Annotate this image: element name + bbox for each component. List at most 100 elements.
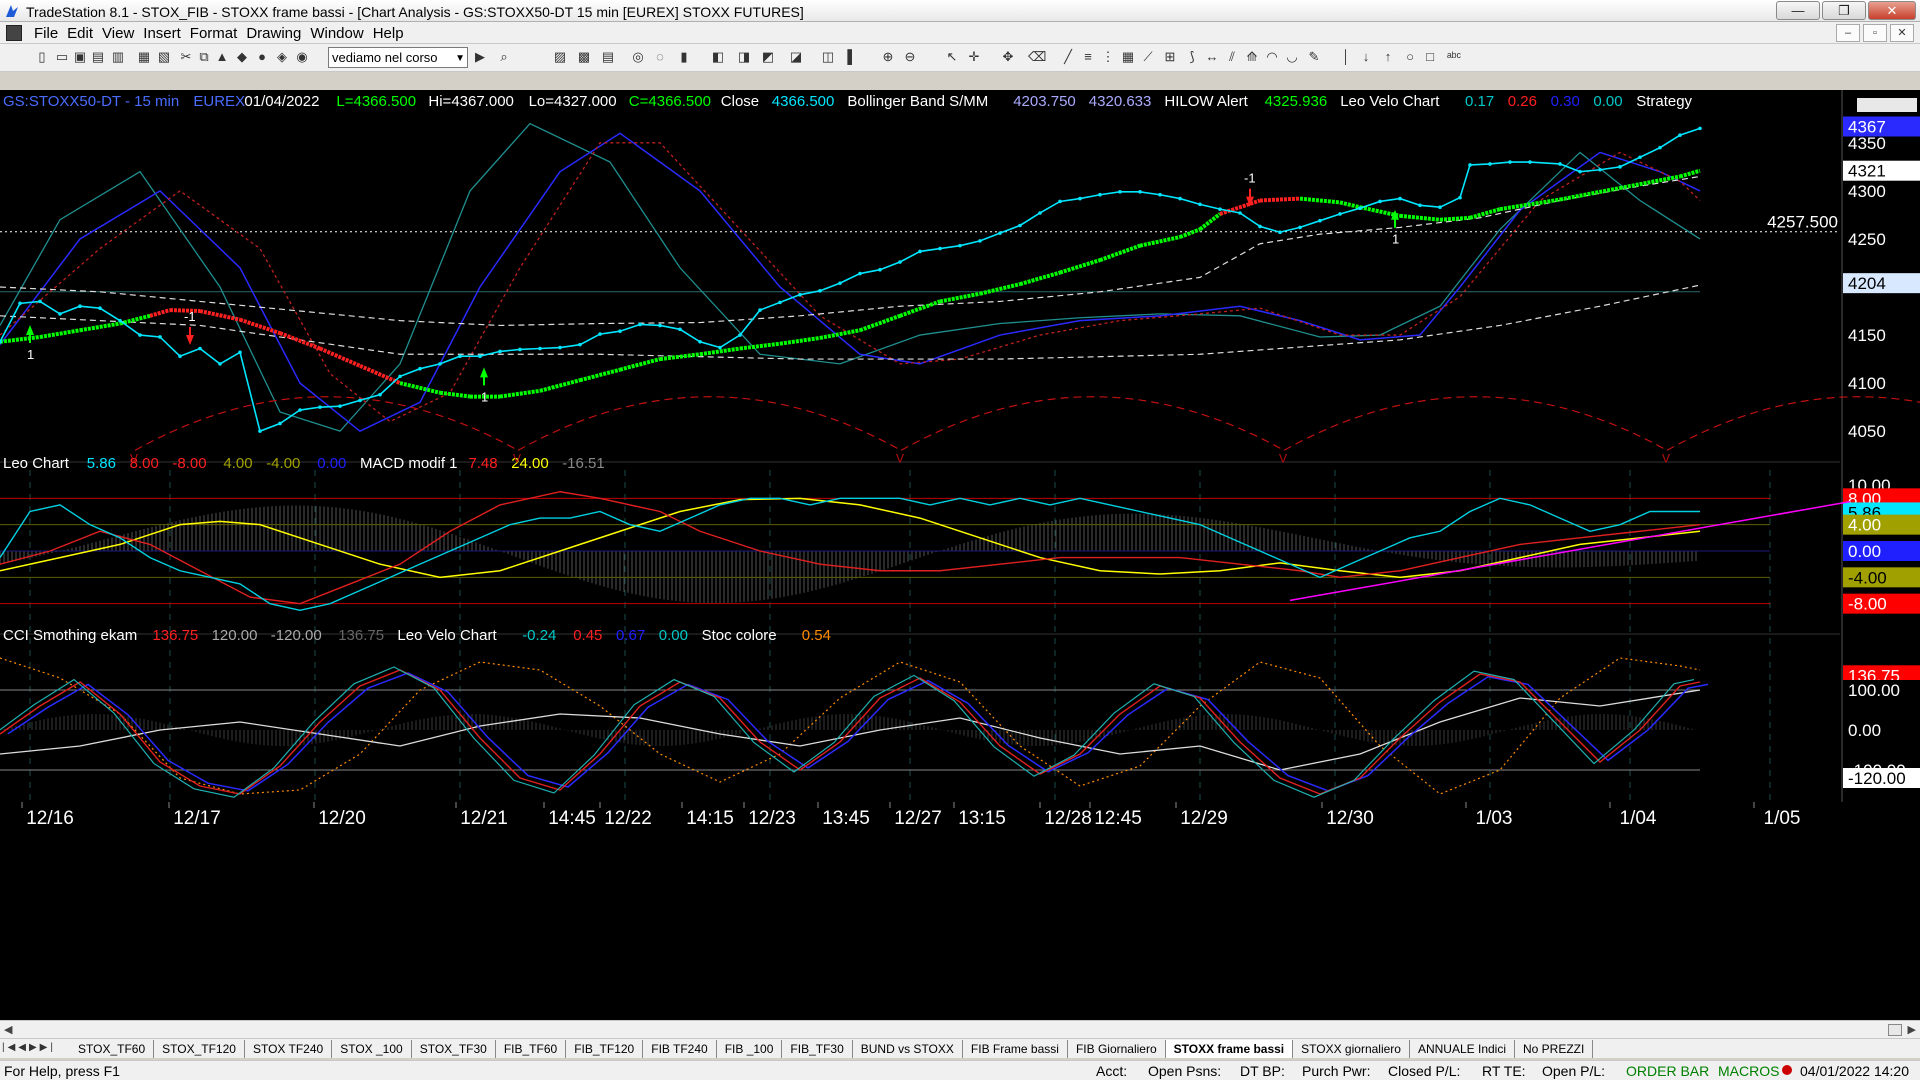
cut-icon[interactable]: ✂ [178, 49, 194, 65]
pointer-icon[interactable]: ↖ [944, 49, 960, 65]
matrix-icon[interactable]: ▤ [600, 49, 616, 65]
channel-icon[interactable]: ▦ [1120, 49, 1136, 65]
workspace-tab[interactable]: STOXX frame bassi [1165, 1040, 1294, 1058]
menu-edit[interactable]: Edit [67, 25, 102, 42]
indicator-header-label: Hi=4367.000 [428, 93, 514, 110]
link-icon[interactable]: ◈ [274, 49, 290, 65]
find-icon[interactable]: ⌕ [496, 49, 512, 65]
parallel-lines-icon[interactable]: ⫽ [1224, 49, 1240, 65]
regression-icon[interactable]: ⟋ [1140, 49, 1156, 65]
workspace-tab[interactable]: STOXX giornaliero [1293, 1040, 1410, 1058]
macro-icon[interactable]: ◆ [234, 49, 250, 65]
drag-icon[interactable]: ✥ [1000, 49, 1016, 65]
crosshair-icon[interactable]: ✛ [966, 49, 982, 65]
interval-icon[interactable]: ◫ [820, 49, 836, 65]
chart-area[interactable]: GS:STOXX50-DT - 15 min EUREX 01/04/2022 L=4… [0, 90, 1920, 1022]
tab-nav-icons[interactable]: |◀◀▶▶| [2, 1042, 56, 1053]
print-preview-icon[interactable]: ▦ [136, 49, 152, 65]
chart-analysis-icon[interactable]: ▨ [552, 49, 568, 65]
workspace-icon[interactable]: ◉ [294, 49, 310, 65]
workspace-tab[interactable]: ANNUALE Indici [1410, 1040, 1515, 1058]
menu-drawing[interactable]: Drawing [246, 25, 310, 42]
arrow-down-icon[interactable]: ↓ [1358, 49, 1374, 65]
workspace-tab[interactable]: STOX _100 [332, 1040, 412, 1058]
menu-file[interactable]: File [34, 25, 67, 42]
data-window-icon[interactable]: ◪ [788, 49, 804, 65]
close-price-point [1578, 169, 1582, 174]
menu-help[interactable]: Help [373, 25, 413, 42]
menu-view[interactable]: View [102, 25, 143, 42]
scroll-thumb[interactable] [1888, 1024, 1902, 1036]
arrow-up-icon[interactable]: ↑ [1380, 49, 1396, 65]
menu-format[interactable]: Format [190, 25, 247, 42]
indicator-icon[interactable]: ◧ [710, 49, 726, 65]
mdi-restore-button[interactable]: ▫ [1863, 24, 1887, 42]
close-button[interactable]: ✕ [1868, 1, 1916, 20]
copy-icon[interactable]: ⧉ [196, 49, 212, 65]
horizontal-line-icon[interactable]: ↔ [1204, 49, 1220, 65]
zoom-icon[interactable]: ⊕ [880, 49, 896, 65]
zoom-out-icon[interactable]: ◌ [652, 49, 668, 65]
workspace-tab[interactable]: STOX_TF30 [412, 1040, 496, 1058]
open-workspace-icon[interactable]: ▣ [72, 49, 88, 65]
workspace-tab[interactable]: FIB TF240 [643, 1040, 717, 1058]
zoom-in-icon[interactable]: ◎ [630, 49, 646, 65]
pen-icon[interactable]: ✎ [1306, 49, 1322, 65]
cycle-arc [1283, 396, 1668, 451]
scroll-left-icon[interactable]: ◀ [4, 1023, 12, 1036]
trendline-icon[interactable]: ╱ [1060, 49, 1076, 65]
strategy-icon[interactable]: ◨ [736, 49, 752, 65]
ellipse-icon[interactable]: ○ [1402, 49, 1418, 65]
radar-screen-icon[interactable]: ▩ [576, 49, 592, 65]
lock-icon[interactable]: ▲ [214, 49, 230, 65]
workspace-tab[interactable]: BUND vs STOXX [853, 1040, 963, 1058]
workspace-tab[interactable]: STOX TF240 [245, 1040, 333, 1058]
fib-icon[interactable]: ≡ [1080, 49, 1096, 65]
workspace-combo[interactable]: vediamo nel corso ▼ [328, 47, 468, 68]
vertical-line-icon[interactable]: │ [1338, 49, 1354, 65]
andrews-icon[interactable]: ⟰ [1244, 49, 1260, 65]
save-icon[interactable]: ▤ [90, 49, 106, 65]
workspace-tab[interactable]: FIB _100 [717, 1040, 783, 1058]
bar-icon[interactable]: ▮ [676, 49, 692, 65]
restore-button[interactable]: ❐ [1822, 1, 1866, 20]
menu-insert[interactable]: Insert [143, 25, 190, 42]
alert-icon[interactable]: ◩ [760, 49, 776, 65]
minimize-button[interactable]: — [1776, 1, 1820, 20]
mdi-close-button[interactable]: ✕ [1890, 24, 1914, 42]
speed-lines-icon[interactable]: ⟆ [1184, 49, 1200, 65]
retracement-icon[interactable]: ⊞ [1162, 49, 1178, 65]
symbol-icon[interactable]: ● [254, 49, 270, 65]
text-icon[interactable]: ᵃᵇᶜ [1446, 49, 1462, 65]
print-icon[interactable]: ▧ [156, 49, 172, 65]
candle-icon[interactable]: ▌ [844, 49, 860, 65]
workspace-tab[interactable]: FIB_TF60 [496, 1040, 567, 1058]
menu-window[interactable]: Window [310, 25, 372, 42]
new-file-icon[interactable]: ▯ [34, 49, 50, 65]
mdi-minimize-button[interactable]: – [1836, 24, 1860, 42]
workspace-tab[interactable]: FIB Giornaliero [1068, 1040, 1166, 1058]
horizontal-scrollbar[interactable]: ◀ ▶ [0, 1020, 1920, 1038]
cycle-icon[interactable]: ◡ [1284, 49, 1300, 65]
zoom-reset-icon[interactable]: ⊖ [902, 49, 918, 65]
order-bar-button[interactable]: ORDER BAR [1626, 1063, 1709, 1079]
workspace-tab[interactable]: FIB_TF30 [782, 1040, 853, 1058]
close-price-point [238, 350, 242, 355]
chart-svg[interactable]: GS:STOXX50-DT - 15 min EUREX 01/04/2022 L=4… [0, 90, 1920, 1022]
workspace-tab[interactable]: No PREZZI [1515, 1040, 1594, 1058]
gann-icon[interactable]: ⋮ [1100, 49, 1116, 65]
open-folder-icon[interactable]: ▭ [54, 49, 70, 65]
workspace-tab[interactable]: STOX_TF120 [154, 1040, 245, 1058]
workspace-tab[interactable]: FIB Frame bassi [963, 1040, 1068, 1058]
play-icon[interactable]: ▶ [472, 49, 488, 65]
chart-document-icon[interactable] [6, 25, 22, 41]
workspace-tab[interactable]: STOX_TF60 [70, 1040, 155, 1058]
macros-button[interactable]: MACROS [1718, 1063, 1779, 1079]
arc-icon[interactable]: ◠ [1264, 49, 1280, 65]
workspace-tab[interactable]: FIB_TF120 [566, 1040, 644, 1058]
eraser-icon[interactable]: ⌫ [1028, 49, 1046, 65]
save-workspace-icon[interactable]: ▥ [110, 49, 126, 65]
rectangle-icon[interactable]: □ [1422, 49, 1438, 65]
close-price-point [1358, 206, 1362, 210]
scroll-right-icon[interactable]: ▶ [1908, 1023, 1916, 1036]
